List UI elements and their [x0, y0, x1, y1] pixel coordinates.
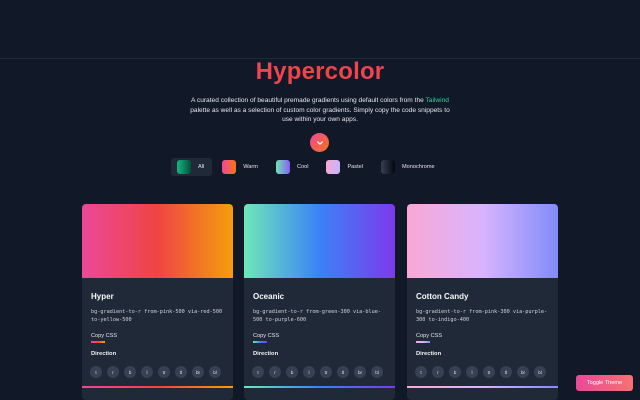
intro-part-2: palette as well as a selection of custom… [190, 106, 450, 124]
direction-buttons: t r b l tr tl br bl [415, 366, 551, 378]
direction-label: Direction [253, 351, 279, 357]
filter-label: Cool [296, 164, 309, 170]
direction-button-t[interactable]: t [90, 366, 102, 378]
copy-css-button[interactable]: Copy CSS [91, 333, 117, 339]
gradient-preview[interactable] [244, 204, 395, 278]
direction-button-bl[interactable]: bl [534, 366, 546, 378]
filter-monochrome[interactable]: Monochrome [375, 158, 443, 176]
gradient-bottom-bar [407, 386, 558, 388]
filter-label: All [198, 164, 205, 170]
direction-button-t[interactable]: t [415, 366, 427, 378]
direction-button-b[interactable]: b [286, 366, 298, 378]
direction-button-tl[interactable]: tl [337, 366, 349, 378]
direction-button-b[interactable]: b [449, 366, 461, 378]
gradient-bottom-bar [244, 386, 395, 388]
direction-button-bl[interactable]: bl [371, 366, 383, 378]
gradient-code: bg-gradient-to-r from-pink-500 via-red-5… [91, 309, 223, 323]
filter-warm[interactable]: Warm [216, 158, 266, 176]
direction-button-tl[interactable]: tl [175, 366, 187, 378]
gradient-card: Hyper bg-gradient-to-r from-pink-500 via-… [82, 204, 233, 400]
direction-button-l[interactable]: l [141, 366, 153, 378]
direction-button-br[interactable]: br [354, 366, 366, 378]
copy-css-button[interactable]: Copy CSS [253, 333, 279, 339]
direction-button-tr[interactable]: tr [483, 366, 495, 378]
filter-pastel[interactable]: Pastel [320, 158, 371, 176]
copy-css-underline [416, 341, 430, 343]
category-filters: All Warm Cool Pastel Monochrome [171, 158, 447, 176]
filter-label: Monochrome [402, 164, 435, 170]
direction-button-b[interactable]: b [124, 366, 136, 378]
intro-part-1: A curated collection of beautiful premad… [191, 97, 426, 104]
filter-swatch [177, 160, 191, 174]
filter-all[interactable]: All [171, 158, 213, 176]
gradient-preview[interactable] [407, 204, 558, 278]
scroll-down-button[interactable] [310, 133, 329, 152]
gradient-preview[interactable] [82, 204, 233, 278]
gradient-name: Oceanic [253, 292, 285, 301]
toggle-theme-button[interactable]: Toggle Theme [576, 375, 633, 391]
direction-button-bl[interactable]: bl [209, 366, 221, 378]
filter-label: Pastel [347, 164, 363, 170]
direction-button-r[interactable]: r [269, 366, 281, 378]
direction-button-tr[interactable]: tr [320, 366, 332, 378]
direction-buttons: t r b l tr tl br bl [90, 366, 226, 378]
filter-swatch [326, 160, 341, 174]
page-title: Hypercolor [0, 58, 640, 86]
filter-label: Warm [243, 164, 258, 170]
direction-button-l[interactable]: l [303, 366, 315, 378]
direction-button-t[interactable]: t [252, 366, 264, 378]
direction-button-tl[interactable]: tl [500, 366, 512, 378]
gradient-code: bg-gradient-to-r from-pink-300 via-purpl… [416, 309, 548, 323]
copy-css-underline [253, 341, 267, 343]
direction-label: Direction [91, 351, 117, 357]
gradient-code: bg-gradient-to-r from-green-300 via-blue… [253, 309, 382, 323]
filter-swatch [275, 160, 290, 174]
direction-button-r[interactable]: r [432, 366, 444, 378]
direction-button-r[interactable]: r [107, 366, 119, 378]
intro-text: A curated collection of beautiful premad… [190, 96, 450, 125]
direction-button-br[interactable]: br [192, 366, 204, 378]
gradient-name: Hyper [91, 292, 114, 301]
copy-css-button[interactable]: Copy CSS [416, 333, 442, 339]
gradient-name: Cotton Candy [416, 292, 469, 301]
direction-buttons: t r b l tr tl br bl [252, 366, 388, 378]
filter-swatch [222, 160, 237, 174]
direction-button-l[interactable]: l [466, 366, 478, 378]
direction-button-tr[interactable]: tr [158, 366, 170, 378]
direction-label: Direction [416, 351, 442, 357]
chevron-down-icon [316, 140, 323, 145]
gradient-card: Cotton Candy bg-gradient-to-r from-pink-3… [407, 204, 558, 400]
tailwind-link[interactable]: Tailwind [426, 97, 449, 104]
direction-button-br[interactable]: br [517, 366, 529, 378]
copy-css-underline [91, 341, 105, 343]
filter-swatch [381, 160, 395, 174]
filter-cool[interactable]: Cool [270, 158, 317, 176]
gradient-card: Oceanic bg-gradient-to-r from-green-300 v… [244, 204, 395, 400]
gradient-bottom-bar [82, 386, 233, 388]
